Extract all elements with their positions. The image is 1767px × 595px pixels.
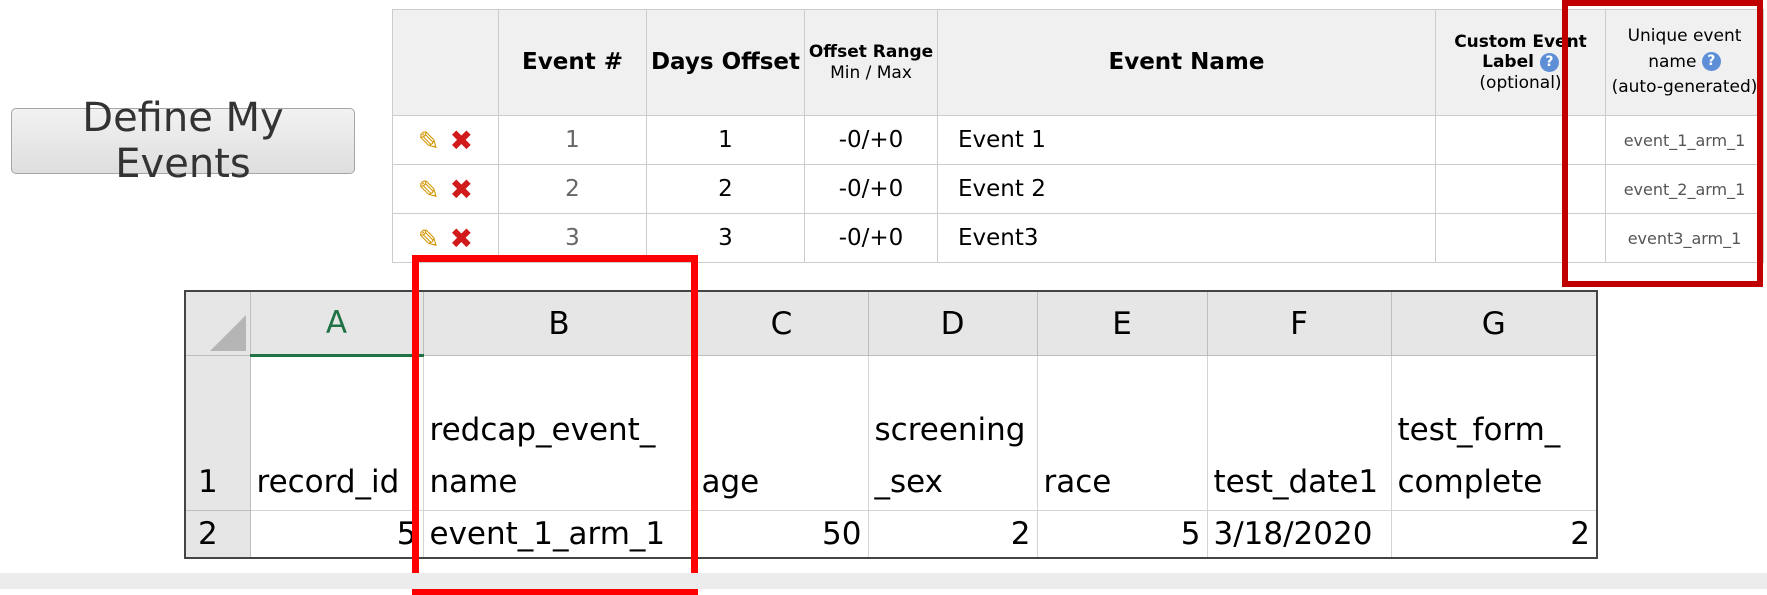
cell-e2[interactable]: 5 — [1036, 510, 1208, 559]
cell-c1[interactable]: age — [694, 355, 869, 511]
row-number-1[interactable]: 1 — [184, 355, 251, 511]
offset-range-title: Offset Range — [808, 42, 934, 63]
days-offset: 1 — [646, 115, 805, 165]
pencil-icon[interactable]: ✎ — [418, 176, 440, 206]
delete-x-icon[interactable]: ✖ — [450, 124, 473, 157]
row-number-2[interactable]: 2 — [184, 510, 251, 559]
select-all-corner[interactable] — [184, 290, 251, 356]
define-my-events-button[interactable]: Define My Events — [11, 95, 355, 187]
cell-e1[interactable]: race — [1036, 355, 1208, 511]
days-offset-header: Days Offset — [646, 9, 805, 116]
delete-x-icon[interactable]: ✖ — [450, 222, 473, 255]
help-question-icon[interactable]: ? — [1539, 52, 1559, 72]
select-all-triangle-icon — [209, 315, 246, 351]
event-name: Event 2 — [937, 164, 1436, 214]
column-header-c[interactable]: C — [694, 290, 869, 356]
cell-g1[interactable]: test_form_ complete — [1390, 355, 1598, 511]
row-actions: ✎ ✖ — [392, 164, 499, 214]
cell-a1[interactable]: record_id — [249, 355, 424, 511]
offset-range-sub: Min / Max — [830, 62, 912, 83]
bottom-divider — [0, 573, 1767, 589]
cell-f1[interactable]: test_date1 — [1206, 355, 1392, 511]
pencil-icon[interactable]: ✎ — [418, 225, 440, 255]
days-offset: 2 — [646, 164, 805, 214]
pencil-icon[interactable]: ✎ — [418, 127, 440, 157]
offset-range-header: Offset Range Min / Max — [804, 9, 938, 116]
event-number: 2 — [498, 164, 647, 214]
cell-d1[interactable]: screening _sex — [867, 355, 1038, 511]
cell-a2[interactable]: 5 — [249, 510, 424, 559]
event-row: ✎ ✖ 1 1 -0/+0 Event 1 event_1_arm_1 — [392, 115, 1764, 165]
highlight-unique-event-name-column — [1562, 0, 1763, 287]
actions-header — [392, 9, 499, 116]
sheet-row-2: 2 5 event_1_arm_1 50 2 5 3/18/2020 2 — [184, 510, 1598, 559]
events-header-row: Event # Days Offset Offset Range Min / M… — [392, 9, 1764, 116]
row-actions: ✎ ✖ — [392, 115, 499, 165]
column-header-g[interactable]: G — [1390, 290, 1598, 356]
event-name-header: Event Name — [937, 9, 1436, 116]
column-header-a[interactable]: A — [249, 290, 424, 357]
cell-g2[interactable]: 2 — [1390, 510, 1598, 559]
event-number: 1 — [498, 115, 647, 165]
event-row: ✎ ✖ 2 2 -0/+0 Event 2 event_2_arm_1 — [392, 164, 1764, 214]
column-header-e[interactable]: E — [1036, 290, 1208, 356]
event-name: Event3 — [937, 213, 1436, 263]
cell-f2[interactable]: 3/18/2020 — [1206, 510, 1392, 559]
sheet-row-1: 1 record_id redcap_event_ name age scree… — [184, 355, 1598, 511]
offset-range: -0/+0 — [804, 164, 938, 214]
spreadsheet: A B C D E F G 1 record_id redcap_event_ … — [184, 290, 1598, 559]
offset-range: -0/+0 — [804, 115, 938, 165]
cell-d2[interactable]: 2 — [867, 510, 1038, 559]
event-number-header: Event # — [498, 9, 647, 116]
highlight-redcap-event-column — [412, 255, 698, 595]
event-name: Event 1 — [937, 115, 1436, 165]
cell-c2[interactable]: 50 — [694, 510, 869, 559]
column-header-row: A B C D E F G — [184, 290, 1598, 357]
offset-range: -0/+0 — [804, 213, 938, 263]
delete-x-icon[interactable]: ✖ — [450, 173, 473, 206]
events-table: Event # Days Offset Offset Range Min / M… — [392, 9, 1764, 263]
column-header-d[interactable]: D — [867, 290, 1038, 356]
column-header-f[interactable]: F — [1206, 290, 1392, 356]
